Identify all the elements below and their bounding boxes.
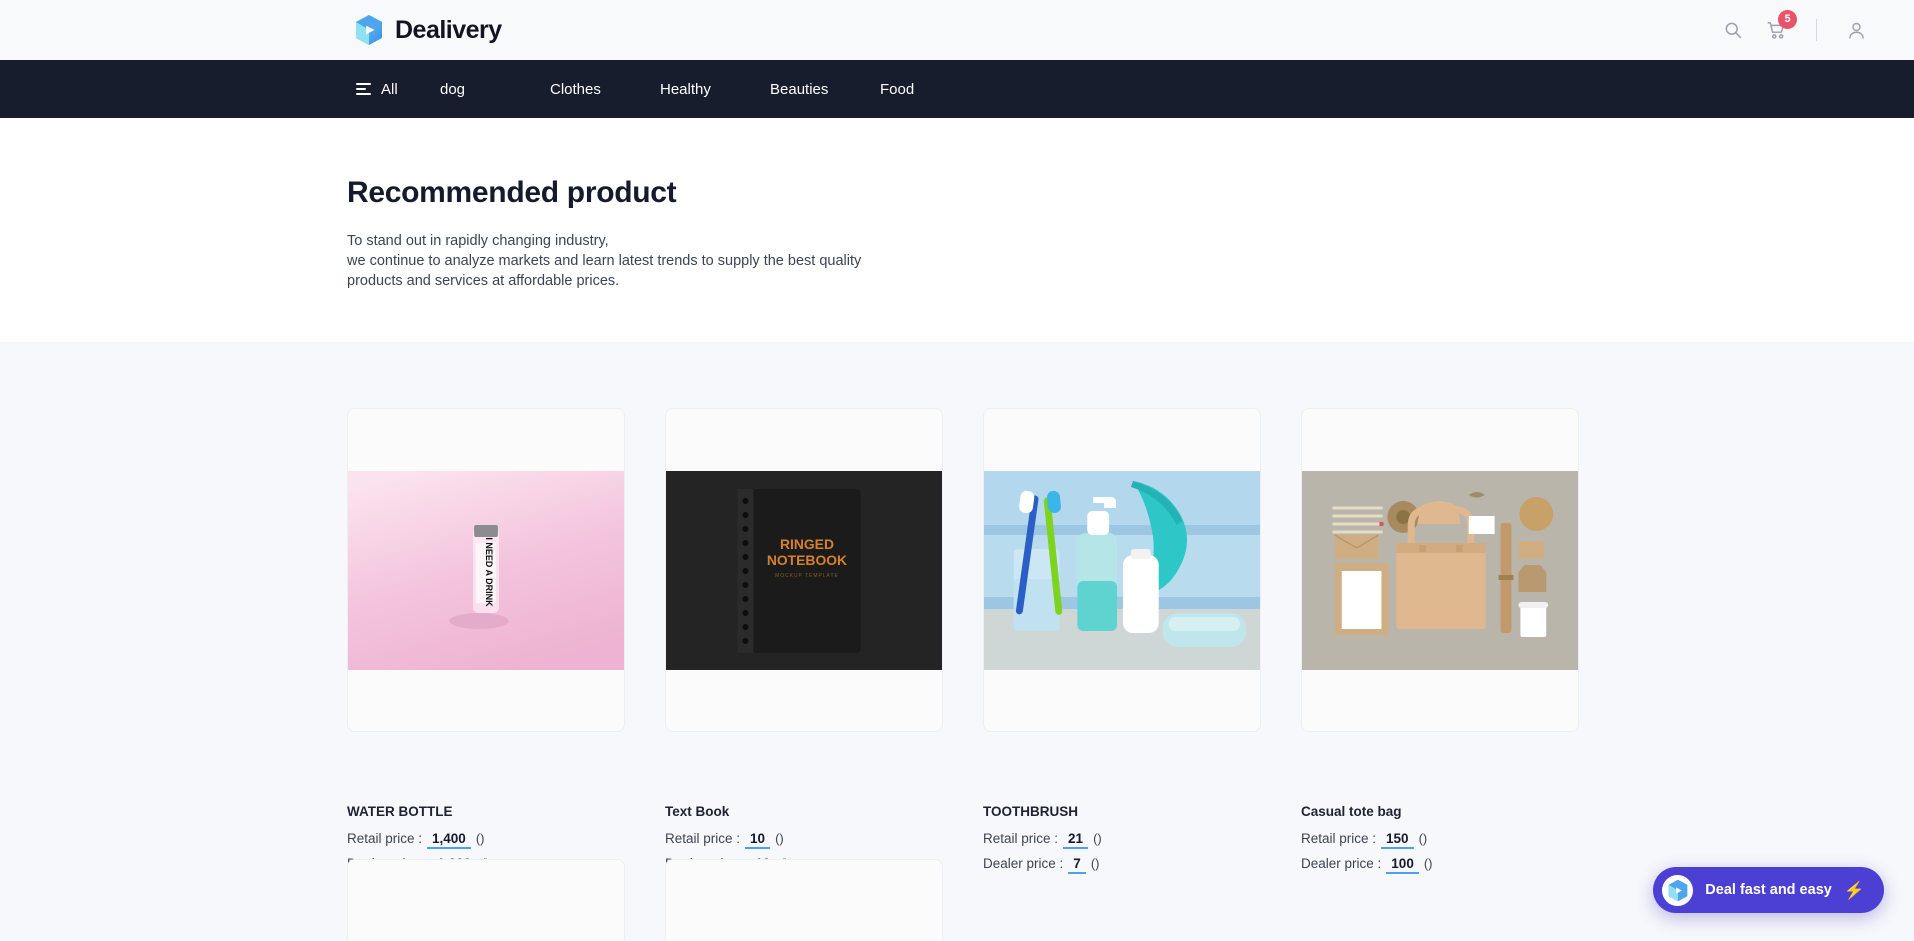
product-card-next-2[interactable]	[665, 859, 943, 941]
product-thumbnail-next-1	[348, 860, 624, 941]
svg-text:MOCKUP TEMPLATE: MOCKUP TEMPLATE	[775, 572, 839, 578]
nav-label-clothes: Clothes	[550, 80, 601, 98]
product-thumbnail-casual-tote-bag	[1302, 409, 1578, 731]
price-unit: ()	[475, 831, 485, 846]
nav-item-healthy[interactable]: Healthy	[660, 81, 770, 98]
page-title: Recommended product	[347, 176, 677, 209]
retail-price-label: Retail price :	[1301, 831, 1377, 846]
retail-price-label: Retail price :	[983, 831, 1059, 846]
product-name: Text Book	[665, 804, 730, 819]
retail-price-value: 1,400	[427, 831, 471, 849]
category-nav: All dog Clothes Healthy Beauties Food	[0, 60, 1914, 118]
intro-section: Recommended product To stand out in rapi…	[0, 118, 1914, 342]
nav-label-healthy: Healthy	[660, 80, 711, 98]
category-nav-items: All dog Clothes Healthy Beauties Food	[356, 81, 990, 98]
retail-price-value: 10	[745, 831, 771, 849]
product-card-next-1[interactable]	[347, 859, 625, 941]
nav-item-dog[interactable]: dog	[440, 81, 550, 98]
dealer-price-label: Dealer price :	[983, 856, 1064, 871]
hamburger-menu-icon[interactable]	[356, 83, 371, 95]
product-card-text-book[interactable]: RINGED NOTEBOOK MOCKUP TEMPLATE	[665, 408, 943, 732]
retail-price-label: Retail price :	[347, 831, 423, 846]
intro-description: To stand out in rapidly changing industr…	[347, 233, 862, 289]
cart-icon[interactable]: 5	[1755, 8, 1799, 52]
nav-label-beauties: Beauties	[770, 80, 829, 98]
price-unit: ()	[1423, 856, 1433, 871]
retail-price-line: Retail price : 150 ()	[1301, 831, 1579, 849]
product-name: Casual tote bag	[1301, 804, 1402, 819]
product-name: WATER BOTTLE	[347, 804, 453, 819]
page-root: Dealivery 5 All dog Clothes Healthy Beau…	[0, 0, 1914, 941]
site-header: Dealivery 5	[0, 0, 1914, 60]
dealer-price-value: 100	[1386, 856, 1419, 874]
brand-logo-icon	[1662, 874, 1694, 906]
dealer-price-line: Dealer price : 7 ()	[983, 856, 1261, 874]
product-grid-section: I NEED A DRINK RINGED NOTEBOOK MOCKUP TE…	[0, 342, 1914, 941]
nav-item-clothes[interactable]: Clothes	[550, 81, 660, 98]
product-card-row-next	[347, 859, 943, 941]
retail-price-label: Retail price :	[665, 831, 741, 846]
svg-text:I NEED A DRINK: I NEED A DRINK	[484, 537, 494, 607]
brand-logo[interactable]: Dealivery	[354, 14, 502, 46]
svg-text:RINGED: RINGED	[780, 535, 834, 551]
retail-price-line: Retail price : 1,400 ()	[347, 831, 625, 849]
dealer-price-value: 7	[1068, 856, 1086, 874]
price-unit: ()	[1418, 831, 1428, 846]
chat-widget-label: Deal fast and easy	[1705, 882, 1832, 898]
header-actions: 5	[1711, 0, 1914, 60]
product-thumbnail-text-book: RINGED NOTEBOOK MOCKUP TEMPLATE	[666, 409, 942, 731]
price-unit: ()	[1093, 831, 1102, 846]
product-card-water-bottle[interactable]: I NEED A DRINK	[347, 408, 625, 732]
svg-text:NOTEBOOK: NOTEBOOK	[767, 551, 847, 567]
sidebar-item-all[interactable]: All	[356, 81, 440, 98]
price-unit: ()	[1090, 856, 1100, 871]
cart-count-badge: 5	[1778, 10, 1797, 29]
retail-price-line: Retail price : 10 ()	[665, 831, 943, 849]
dealer-price-label: Dealer price :	[1301, 856, 1382, 871]
product-card-casual-tote-bag[interactable]	[1301, 408, 1579, 732]
product-thumbnail-toothbrush	[984, 409, 1260, 731]
product-info-toothbrush: TOOTHBRUSH Retail price : 21 () Dealer p…	[983, 804, 1261, 881]
chat-widget-button[interactable]: Deal fast and easy ⚡	[1653, 867, 1884, 913]
retail-price-value: 150	[1381, 831, 1414, 849]
nav-label-all: All	[381, 80, 398, 98]
header-divider	[1816, 19, 1817, 41]
brand-name: Dealivery	[395, 15, 502, 44]
search-icon[interactable]	[1711, 8, 1755, 52]
product-thumbnail-water-bottle: I NEED A DRINK	[348, 409, 624, 731]
retail-price-line: Retail price : 21 ()	[983, 831, 1261, 849]
nav-item-beauties[interactable]: Beauties	[770, 81, 880, 98]
lightning-bolt-icon: ⚡	[1843, 880, 1865, 900]
product-card-toothbrush[interactable]	[983, 408, 1261, 732]
nav-label-dog: dog	[440, 80, 466, 98]
product-thumbnail-next-2	[666, 860, 942, 941]
cube-play-logo-icon	[354, 14, 384, 46]
user-account-icon[interactable]	[1834, 8, 1878, 52]
product-info-casual-tote-bag: Casual tote bag Retail price : 150 () De…	[1301, 804, 1579, 881]
nav-item-food[interactable]: Food	[880, 81, 990, 98]
price-unit: ()	[775, 831, 784, 846]
retail-price-value: 21	[1063, 831, 1089, 849]
nav-label-food: Food	[880, 80, 915, 98]
product-name: TOOTHBRUSH	[983, 804, 1079, 819]
product-card-row: I NEED A DRINK RINGED NOTEBOOK MOCKUP TE…	[347, 408, 1579, 732]
dealer-price-line: Dealer price : 100 ()	[1301, 856, 1579, 874]
